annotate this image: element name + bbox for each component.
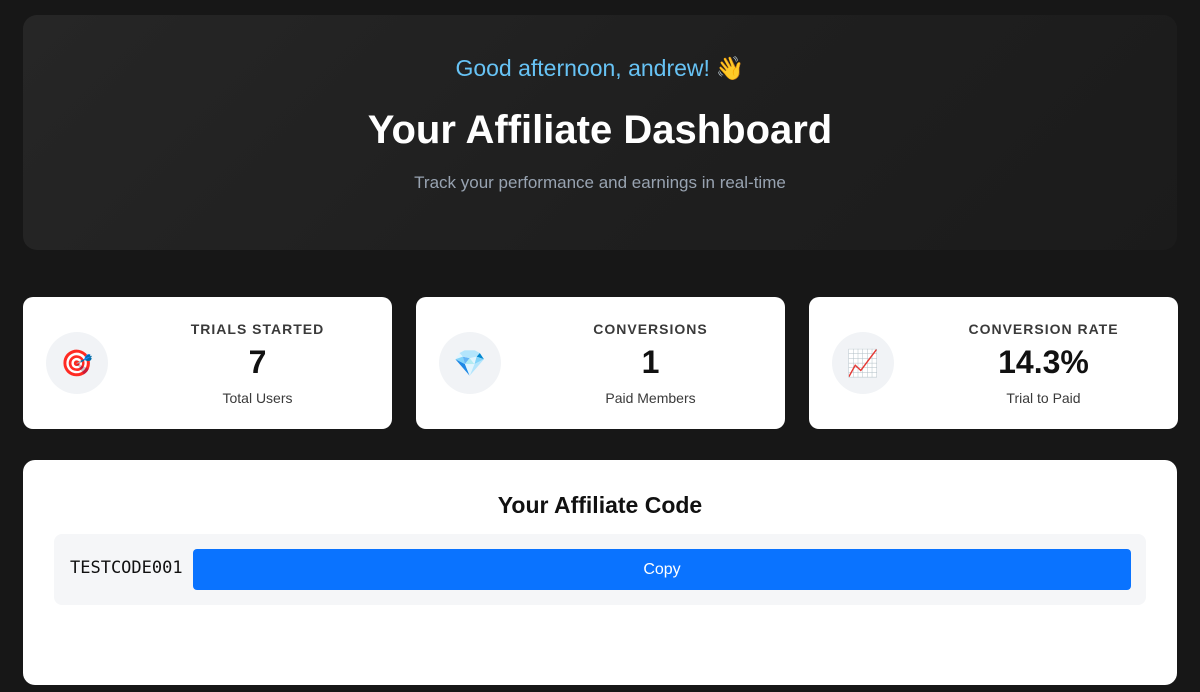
welcome-banner: Good afternoon, andrew! 👋 Your Affiliate …: [23, 15, 1177, 250]
stat-card-conversion-rate: 📈 CONVERSION RATE 14.3% Trial to Paid: [809, 297, 1178, 429]
stat-label: CONVERSIONS: [593, 321, 708, 337]
greeting-text: Good afternoon, andrew!: [455, 55, 710, 81]
affiliate-code-value[interactable]: TESTCODE001: [70, 558, 183, 578]
stat-text: TRIALS STARTED 7 Total Users: [123, 297, 392, 429]
stat-card-trials: 🎯 TRIALS STARTED 7 Total Users: [23, 297, 392, 429]
stat-value: 1: [641, 344, 660, 380]
stat-label: CONVERSION RATE: [968, 321, 1119, 337]
waving-hand-icon: 👋: [715, 55, 745, 81]
gem-icon: 💎: [439, 332, 501, 394]
page-title: Your Affiliate Dashboard: [367, 108, 833, 152]
chart-increasing-icon: 📈: [832, 332, 894, 394]
greeting: Good afternoon, andrew! 👋: [23, 55, 1177, 82]
affiliate-code-panel: Your Affiliate Code TESTCODE001 Copy: [23, 460, 1177, 685]
stat-caption: Trial to Paid: [1006, 390, 1081, 406]
stat-text: CONVERSIONS 1 Paid Members: [516, 297, 785, 429]
page-subtitle: Track your performance and earnings in r…: [414, 173, 786, 192]
affiliate-code-title: Your Affiliate Code: [497, 492, 703, 518]
stat-label: TRIALS STARTED: [190, 321, 325, 337]
stat-caption: Total Users: [222, 390, 293, 406]
stat-text: CONVERSION RATE 14.3% Trial to Paid: [909, 297, 1178, 429]
stat-caption: Paid Members: [605, 390, 696, 406]
stat-value: 7: [248, 344, 267, 380]
affiliate-code-box: TESTCODE001 Copy: [54, 534, 1146, 605]
stat-value: 14.3%: [998, 344, 1089, 380]
stat-card-conversions: 💎 CONVERSIONS 1 Paid Members: [416, 297, 785, 429]
target-icon: 🎯: [46, 332, 108, 394]
copy-button[interactable]: Copy: [193, 549, 1131, 590]
